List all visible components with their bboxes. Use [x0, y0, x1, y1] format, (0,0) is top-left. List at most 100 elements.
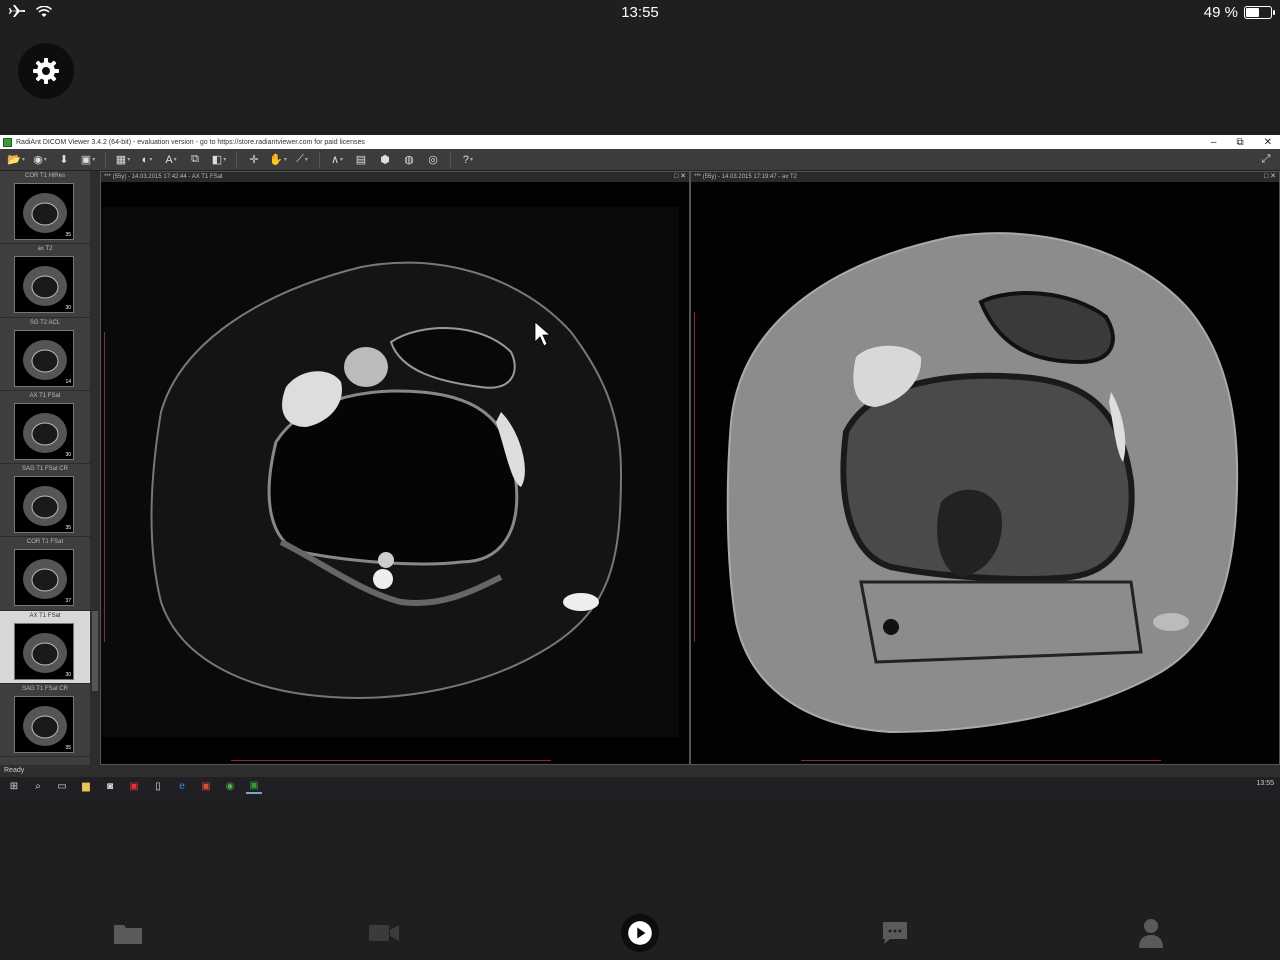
acrobat-icon: ▣ — [129, 780, 139, 792]
close-button[interactable]: ✕ — [1264, 137, 1272, 148]
search-button[interactable]: ⌕ — [30, 778, 46, 794]
taskbar-file[interactable]: ▯ — [150, 778, 166, 794]
series-item[interactable]: SAG T1 FSat CR 35 — [0, 684, 90, 758]
viewport-right-info: *** (55y) - 14.03.2015 17:19:47 - ax T2 — [694, 174, 797, 180]
series-item[interactable]: COR T1 HiRes 35 — [0, 171, 90, 245]
measure-button[interactable]: ⟋ ▾ — [292, 152, 312, 168]
grid-icon: ▦ — [115, 154, 127, 166]
app-icon — [3, 137, 12, 147]
fullscreen-button[interactable]: ⤢ — [1256, 152, 1276, 168]
viewport-restore-button[interactable]: □ — [1264, 173, 1268, 180]
series-thumbnail: 35 — [14, 476, 74, 534]
cube-icon: ⬢ — [380, 154, 390, 166]
taskbar-powerpoint[interactable]: ▣ — [198, 778, 214, 794]
sync-icon: ⧉ — [191, 153, 199, 165]
dicom-viewer-window: RadiAnt DICOM Viewer 3.4.2 (64-bit) - ev… — [0, 135, 1280, 795]
series-image-count: 35 — [65, 525, 71, 532]
tab-profile[interactable] — [1131, 915, 1171, 951]
text-icon: A — [165, 153, 173, 166]
viewport-close-button[interactable]: ✕ — [1270, 173, 1276, 180]
series-thumbnail: 14 — [14, 329, 74, 387]
taskbar-acrobat[interactable]: ▣ — [126, 778, 142, 794]
invert-button[interactable]: ◧ ▾ — [209, 152, 229, 168]
viewport-close-button[interactable]: ✕ — [680, 173, 686, 180]
play-icon — [620, 913, 660, 953]
series-label: AX T1 FSat — [29, 612, 61, 619]
sidebar-scrollbar[interactable] — [90, 171, 100, 765]
series-label: SG T2 ACL — [29, 319, 61, 326]
tab-play[interactable] — [620, 913, 660, 953]
layout-button[interactable]: ▦ ▾ — [113, 152, 133, 168]
film-icon: ▤ — [355, 154, 367, 166]
series-image-count: 30 — [65, 671, 71, 678]
3d-button[interactable]: ⬢ — [375, 152, 395, 168]
series-item[interactable]: AX T1 FSat 30 — [0, 610, 90, 685]
mpr-button[interactable]: ▤ — [351, 152, 371, 168]
series-sidebar: COR T1 HiRes 35 ax T2 30 SG T2 ACL 14 AX T1 FS… — [0, 171, 90, 765]
series-item[interactable]: SG T2 ACL 14 — [0, 318, 90, 391]
window-titlebar: RadiAnt DICOM Viewer 3.4.2 (64-bit) - ev… — [0, 135, 1280, 149]
tab-files[interactable] — [108, 915, 148, 951]
battery-percent: 49 % — [1203, 4, 1238, 21]
taskbar-chrome[interactable]: ◉ — [222, 778, 238, 794]
app-status-bar: Ready — [0, 765, 1280, 777]
video-camera-icon — [369, 925, 399, 941]
series-item[interactable]: ax T2 30 — [0, 244, 90, 318]
series-label: SAG T1 FSat CR — [22, 686, 68, 693]
viewport-left[interactable]: *** (55y) - 14.03.2015 17:42:44 - AX T1 … — [100, 171, 690, 765]
series-sync-button[interactable]: ⧉ — [185, 152, 205, 168]
toolbar: 📂 ▾ ◉ ▾ ⬇ ▣ ▾ ▦ ▾ ◐ ▾ A ▾ ⧉ ◧ ▾ ✛ ✋ ▾ ⟋ ▾ ∧ ▾ ▤ ⬢ … — [0, 149, 1280, 171]
maximize-button[interactable]: ⧉ — [1236, 137, 1243, 148]
viewport-right[interactable]: *** (55y) - 14.03.2015 17:19:47 - ax T2 … — [690, 171, 1280, 765]
bottom-tab-bar — [0, 900, 1280, 960]
anonymize-button[interactable]: ◎ — [423, 152, 443, 168]
radiant-icon: ▣ — [249, 779, 259, 791]
viewport-restore-button[interactable]: □ — [674, 173, 678, 180]
open-folder-button[interactable]: 📂 ▾ — [6, 152, 26, 168]
window-title: RadiAnt DICOM Viewer 3.4.2 (64-bit) - ev… — [16, 138, 365, 146]
crosshair-button[interactable]: ✛ — [244, 152, 264, 168]
series-thumbnail: 30 — [14, 402, 74, 460]
tab-video[interactable] — [364, 915, 404, 951]
series-image-count: 14 — [65, 378, 71, 385]
folder-icon — [114, 925, 142, 944]
taskbar-edge[interactable]: e — [174, 778, 190, 794]
disc-icon: ◉ — [33, 154, 43, 166]
settings-button[interactable] — [18, 43, 74, 99]
task-view-button[interactable]: ▭ — [54, 778, 70, 794]
save-button[interactable]: ▣ ▾ — [78, 152, 98, 168]
mri-image-axial-t1-fsat[interactable] — [101, 182, 689, 764]
series-label: COR T1 HiRes — [25, 173, 65, 179]
minimize-button[interactable]: – — [1211, 137, 1217, 148]
open-cd-button[interactable]: ◉ ▾ — [30, 152, 50, 168]
globe-icon: ◎ — [428, 154, 438, 166]
series-label: COR T1 FSat — [26, 539, 64, 546]
taskbar-explorer[interactable]: ▆ — [78, 778, 94, 794]
series-thumbnail: 35 — [14, 696, 74, 754]
mri-image-axial-t2[interactable] — [691, 182, 1279, 764]
series-item[interactable]: SAG T1 FSat CR 35 — [0, 464, 90, 538]
series-image-count: 35 — [65, 232, 71, 238]
vertical-scale-ruler — [104, 332, 105, 642]
start-button[interactable]: ⊞ — [6, 778, 22, 794]
taskbar-store[interactable]: ◙ — [102, 778, 118, 794]
vertical-scale-ruler — [694, 312, 695, 642]
annotation-button[interactable]: A ▾ — [161, 152, 181, 168]
series-thumbnail: 37 — [14, 549, 74, 607]
tab-chat[interactable] — [875, 915, 915, 951]
series-label: AX T1 FSat — [29, 392, 61, 399]
search-icon: ⌕ — [35, 780, 41, 792]
pan-button[interactable]: ✋ ▾ — [268, 152, 288, 168]
fusion-button[interactable]: ◍ — [399, 152, 419, 168]
horizontal-scale-ruler — [231, 760, 551, 761]
series-item[interactable]: COR T1 FSat 37 — [0, 537, 90, 611]
edge-icon: e — [179, 780, 185, 792]
contrast-icon: ◐ — [141, 153, 149, 166]
angle-button[interactable]: ∧ ▾ — [327, 152, 347, 168]
taskbar-radiant[interactable]: ▣ — [246, 778, 262, 794]
windows-icon: ⊞ — [9, 780, 19, 792]
window-level-button[interactable]: ◐ ▾ — [137, 152, 157, 168]
help-button[interactable]: ? ▾ — [458, 152, 478, 168]
series-item[interactable]: AX T1 FSat 30 — [0, 391, 90, 465]
download-button[interactable]: ⬇ — [54, 152, 74, 168]
